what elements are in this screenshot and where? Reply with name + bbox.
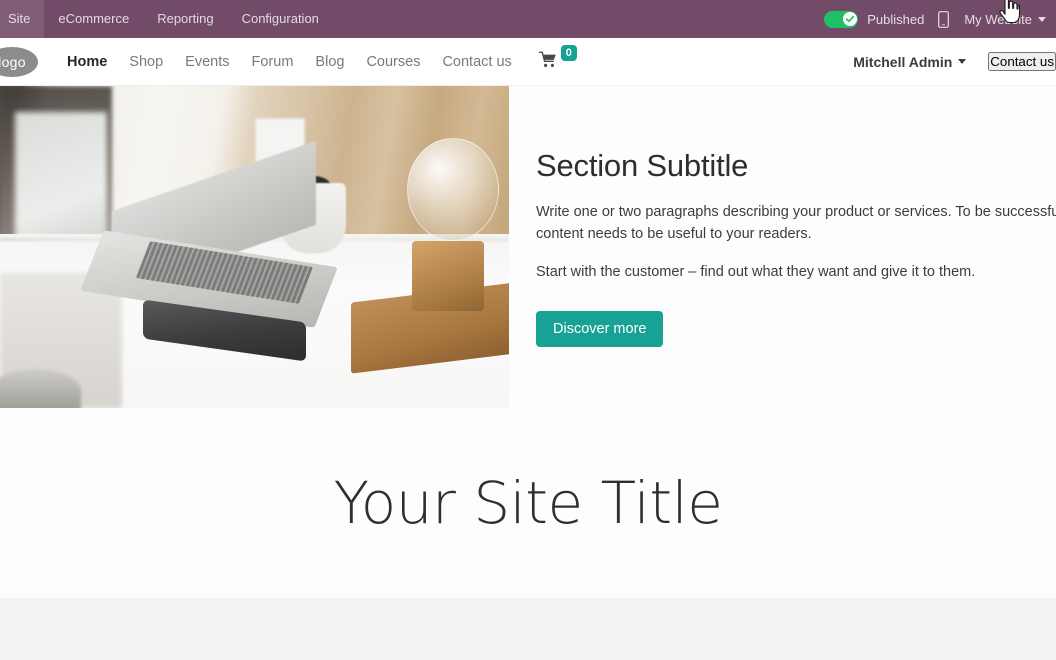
publish-switch[interactable] [824, 10, 859, 28]
nav-link-home[interactable]: Home [56, 54, 118, 70]
publish-status-label: Published [867, 11, 925, 27]
navbar-right-group: Mitchell Admin Contact us [853, 38, 1056, 85]
discover-more-button[interactable]: Discover more [536, 311, 664, 347]
mobile-icon[interactable] [930, 0, 956, 38]
nav-link-contact-us[interactable]: Contact us [431, 54, 522, 70]
website-switcher[interactable]: My Website [956, 12, 1052, 27]
cart-count-badge: 0 [560, 44, 577, 61]
nav-link-shop[interactable]: Shop [118, 54, 174, 70]
chevron-down-icon [958, 59, 967, 64]
site-nav-links: Home Shop Events Forum Blog Courses Cont… [56, 54, 523, 70]
hero-paragraph-2[interactable]: Start with the customer – find out what … [536, 261, 1056, 283]
nav-link-courses[interactable]: Courses [355, 54, 431, 70]
nav-link-blog[interactable]: Blog [304, 54, 355, 70]
website-switcher-label: My Website [964, 11, 1032, 27]
website-preview-frame: logo Home Shop Events Forum Blog Courses… [0, 38, 1056, 660]
hero-title[interactable]: Section Subtitle [536, 148, 1056, 184]
chevron-down-icon [1038, 16, 1046, 22]
contact-us-button[interactable]: Contact us [988, 52, 1056, 71]
site-title-section: Your Site Title [0, 408, 1056, 598]
hero-image[interactable] [0, 86, 509, 408]
shopping-cart-icon [538, 51, 558, 73]
menu-item-ecommerce[interactable]: eCommerce [44, 0, 143, 38]
cart-button[interactable]: 0 [538, 44, 577, 73]
website-navbar: logo Home Shop Events Forum Blog Courses… [0, 38, 1056, 86]
user-menu[interactable]: Mitchell Admin [853, 53, 967, 70]
check-icon [842, 12, 857, 26]
hero-text-block: Section Subtitle Write one or two paragr… [509, 86, 1056, 408]
hero-paragraph-1[interactable]: Write one or two paragraphs describing y… [536, 201, 1056, 245]
lower-section-band [0, 598, 1056, 660]
site-logo[interactable]: logo [0, 46, 38, 77]
hero-section: Section Subtitle Write one or two paragr… [0, 86, 1056, 408]
photo-lamp-base [412, 240, 484, 312]
photo-light-bulb [407, 137, 499, 241]
odoo-top-bar: Site eCommerce Reporting Configuration P… [0, 0, 1056, 38]
menu-item-configuration[interactable]: Configuration [228, 0, 333, 38]
menu-item-reporting[interactable]: Reporting [143, 0, 227, 38]
nav-link-events[interactable]: Events [174, 54, 240, 70]
site-title[interactable]: Your Site Title [334, 469, 723, 537]
backend-menu-bar: Site eCommerce Reporting Configuration [0, 0, 333, 38]
menu-item-site[interactable]: Site [0, 0, 45, 38]
nav-link-forum[interactable]: Forum [241, 54, 305, 70]
user-menu-label: Mitchell Admin [853, 53, 953, 70]
systray: Published My Website [818, 0, 1056, 38]
publish-toggle[interactable]: Published [818, 10, 930, 28]
